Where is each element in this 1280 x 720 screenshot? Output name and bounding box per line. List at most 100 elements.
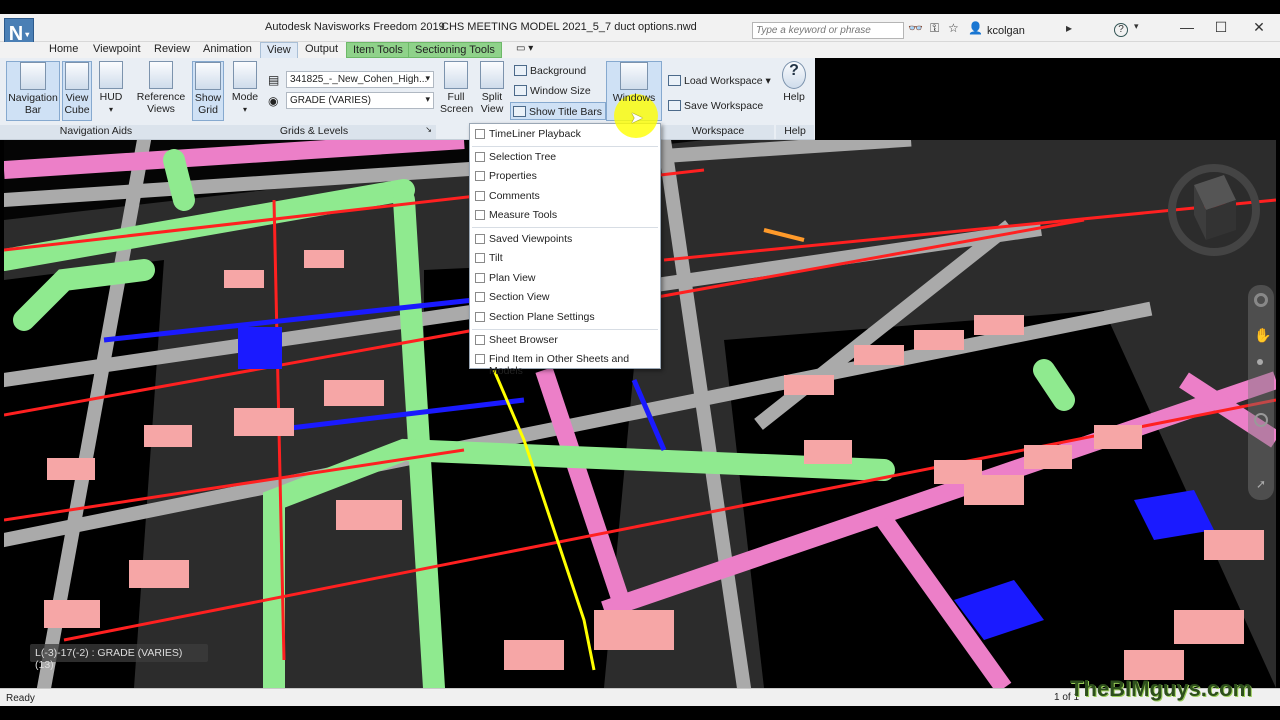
grid-icon — [195, 62, 221, 90]
menu-item-selection-tree[interactable]: Selection Tree — [470, 148, 660, 166]
user-name[interactable]: kcolgan — [987, 25, 1025, 37]
ribbon-tabs: Home Viewpoint Review Animation View Out… — [0, 42, 1280, 58]
navigation-bar[interactable]: ✋ ➚ — [1248, 285, 1274, 500]
checkbox[interactable] — [475, 253, 485, 263]
status-text: Ready — [6, 693, 35, 704]
checkbox[interactable] — [475, 234, 485, 244]
ribbon-empty-area — [815, 58, 1280, 140]
reference-views-button[interactable]: Reference Views — [134, 61, 188, 121]
checkbox[interactable] — [475, 152, 485, 162]
tab-view[interactable]: View — [260, 42, 298, 58]
load-workspace-icon — [668, 75, 681, 86]
navigation-bar-button[interactable]: Navigation Bar — [6, 61, 60, 121]
full-screen-icon — [444, 61, 468, 89]
title-bar: N ▾ Autodesk Navisworks Freedom 2019 CHS … — [0, 14, 1280, 50]
menu-item-plan-view[interactable]: Plan View — [470, 269, 660, 287]
grid-mode-button[interactable]: Mode ▾ — [229, 61, 261, 121]
window-size-button[interactable]: Window Size — [512, 82, 593, 100]
background-button[interactable]: Background — [512, 62, 588, 80]
mouse-cursor-icon: ➤ — [630, 110, 644, 127]
view-cube-icon — [65, 62, 89, 90]
help-button[interactable]: ? Help — [778, 61, 810, 121]
split-view-button[interactable]: Split View — [476, 61, 508, 121]
view-cube-button[interactable]: View Cube — [62, 61, 92, 121]
checkbox[interactable] — [475, 171, 485, 181]
top-frame — [0, 0, 1280, 14]
quick-access-icon[interactable]: ▭ ▾ — [510, 42, 539, 58]
user-icon[interactable]: 👤 — [968, 21, 983, 35]
select-icon[interactable]: ➚ — [1256, 477, 1266, 491]
close-button[interactable]: ✕ — [1244, 19, 1274, 37]
grid-location-label: L(-3)-17(-2) : GRADE (VARIES) (13) — [30, 644, 208, 671]
menu-item-measure-tools[interactable]: Measure Tools — [470, 206, 660, 224]
lock-icon — [233, 61, 257, 89]
checkbox[interactable] — [475, 273, 485, 283]
menu-item-sheet-browser[interactable]: Sheet Browser — [470, 331, 660, 349]
split-view-icon — [480, 61, 504, 89]
navigation-aids-label: Navigation Aids — [0, 125, 192, 139]
grade-combo[interactable]: GRADE (VARIES) — [286, 92, 434, 109]
checkbox[interactable] — [475, 312, 485, 322]
help-question-icon: ? — [782, 61, 806, 89]
menu-item-tilt[interactable]: Tilt — [470, 249, 660, 267]
menu-item-comments[interactable]: Comments — [470, 187, 660, 205]
app-title: Autodesk Navisworks Freedom 2019 — [265, 21, 445, 33]
zoom-icon[interactable] — [1257, 359, 1263, 365]
maximize-button[interactable]: ☐ — [1206, 19, 1236, 37]
load-workspace-button[interactable]: Load Workspace ▾ — [666, 72, 773, 90]
menu-item-properties[interactable]: Properties — [470, 167, 660, 185]
tab-animation[interactable]: Animation — [197, 42, 258, 58]
title-bars-icon — [513, 106, 526, 117]
bottom-frame — [0, 706, 1280, 720]
hud-icon — [99, 61, 123, 89]
checkbox[interactable] — [475, 210, 485, 220]
exchange-icon[interactable]: ▸ — [1066, 21, 1072, 35]
binoculars-icon[interactable]: 👓 — [908, 21, 923, 35]
show-title-bars-button[interactable]: Show Title Bars — [510, 102, 606, 120]
checkbox[interactable] — [475, 335, 485, 345]
tab-review[interactable]: Review — [148, 42, 196, 58]
tab-item-tools[interactable]: Item Tools — [346, 42, 410, 58]
checkbox[interactable] — [475, 191, 485, 201]
file-title: CHS MEETING MODEL 2021_5_7 duct options.… — [441, 21, 697, 33]
show-grid-button[interactable]: Show Grid — [192, 61, 224, 121]
tab-home[interactable]: Home — [43, 42, 84, 58]
background-icon — [514, 65, 527, 76]
tab-output[interactable]: Output — [299, 42, 344, 58]
help-group-label: Help — [776, 125, 814, 139]
search-input[interactable]: Type a keyword or phrase — [752, 22, 904, 39]
workspace-label: Workspace — [662, 125, 774, 139]
model-icon: ▤ — [268, 73, 280, 87]
windows-menu: TimeLiner Playback Selection Tree Proper… — [469, 123, 661, 377]
steering-wheel-icon[interactable] — [1254, 293, 1268, 307]
tab-viewpoint[interactable]: Viewpoint — [87, 42, 147, 58]
navigation-bar-icon — [20, 62, 46, 90]
level-icon: ◉ — [268, 94, 279, 108]
save-workspace-icon — [668, 100, 681, 111]
level-combo[interactable]: 341825_-_New_Cohen_High... — [286, 71, 434, 88]
reference-views-icon — [149, 61, 173, 89]
minimize-button[interactable]: — — [1172, 19, 1202, 37]
tab-sectioning-tools[interactable]: Sectioning Tools — [408, 42, 502, 58]
ribbon-panel: Navigation Bar View Cube HUD ▾ Reference … — [0, 58, 815, 140]
full-screen-button[interactable]: Full Screen — [440, 61, 473, 121]
menu-item-section-view[interactable]: Section View — [470, 288, 660, 306]
subscription-icon[interactable]: ⚿ — [930, 21, 939, 36]
pan-hand-icon[interactable]: ✋ — [1254, 327, 1271, 344]
help-dropdown-icon[interactable]: ▾ — [1134, 21, 1139, 32]
watermark-logo: TheBIMguys.com — [1070, 676, 1253, 701]
star-icon[interactable]: ☆ — [948, 21, 959, 35]
orbit-icon[interactable] — [1254, 413, 1268, 427]
window-size-icon — [514, 85, 527, 96]
checkbox[interactable] — [475, 354, 485, 364]
grids-levels-label: Grids & Levels ↘ — [192, 125, 436, 139]
hud-button[interactable]: HUD ▾ — [96, 61, 126, 121]
menu-item-find-item-other-sheets[interactable]: Find Item in Other Sheets and Models — [470, 350, 660, 377]
checkbox[interactable] — [475, 292, 485, 302]
help-icon[interactable]: ? — [1114, 23, 1128, 37]
checkbox[interactable] — [475, 129, 485, 139]
menu-item-section-plane-settings[interactable]: Section Plane Settings — [470, 308, 660, 326]
windows-icon — [620, 62, 648, 90]
save-workspace-button[interactable]: Save Workspace — [666, 97, 765, 115]
menu-item-saved-viewpoints[interactable]: Saved Viewpoints — [470, 230, 660, 248]
